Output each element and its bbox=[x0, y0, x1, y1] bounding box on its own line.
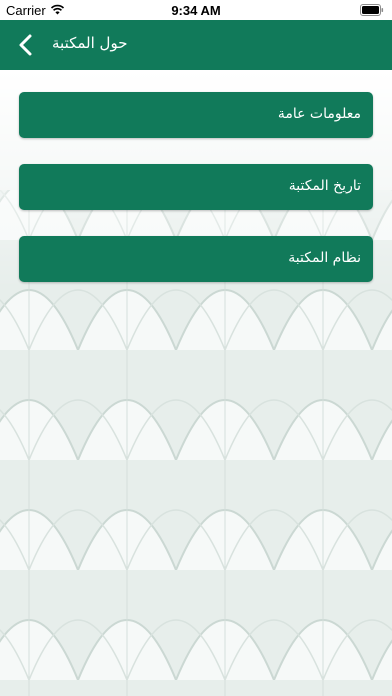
menu-item-label: معلومات عامة bbox=[277, 106, 361, 122]
menu-item-label: نظام المكتبة bbox=[288, 250, 361, 266]
menu-item-library-system[interactable]: نظام المكتبة bbox=[19, 236, 373, 282]
menu-item-library-history[interactable]: تاريخ المكتبة bbox=[19, 164, 373, 210]
battery-icon bbox=[360, 4, 384, 16]
menu-item-general-info[interactable]: معلومات عامة bbox=[19, 92, 373, 138]
status-time: 9:34 AM bbox=[171, 3, 221, 18]
status-bar: Carrier 9:34 AM bbox=[0, 0, 392, 20]
menu-item-label: تاريخ المكتبة bbox=[288, 178, 361, 194]
navigation-bar: حول المكتبة bbox=[0, 20, 392, 70]
chevron-left-icon bbox=[19, 34, 32, 56]
back-button[interactable] bbox=[10, 29, 42, 61]
page-title: حول المكتبة bbox=[52, 34, 128, 52]
